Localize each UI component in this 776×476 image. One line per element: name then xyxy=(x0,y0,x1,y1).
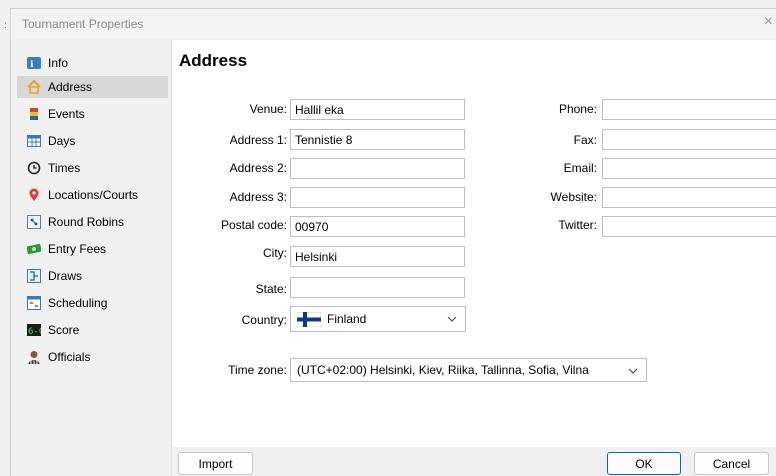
fax-label: Fax: xyxy=(573,133,597,147)
sidebar-item-label: Info xyxy=(48,56,69,70)
home-icon xyxy=(27,80,41,94)
address1-input[interactable] xyxy=(290,129,465,150)
chevron-down-icon xyxy=(628,368,638,374)
address2-label: Address 2: xyxy=(229,161,287,175)
address-panel: Address Venue: Address 1: Address 2: Add… xyxy=(172,40,776,447)
sidebar-item-label: Officials xyxy=(48,350,91,364)
svg-text:ℹ: ℹ xyxy=(30,60,34,70)
tournament-properties-dialog: Tournament Properties × ℹ Info Address E… xyxy=(10,8,776,476)
finland-flag-icon xyxy=(297,311,321,327)
sidebar-item-officials[interactable]: Officials xyxy=(17,346,168,368)
website-input[interactable] xyxy=(602,187,776,208)
sidebar-item-score[interactable]: 6-0 Score xyxy=(17,319,168,341)
sidebar-item-entry-fees[interactable]: Entry Fees xyxy=(17,238,168,260)
money-icon xyxy=(27,242,41,256)
sidebar-item-label: Round Robins xyxy=(48,215,125,229)
venue-input[interactable] xyxy=(290,99,465,120)
address3-input[interactable] xyxy=(290,187,465,208)
time-zone-label: Time zone: xyxy=(228,363,287,377)
calendar-icon xyxy=(27,134,41,148)
svg-text:6-0: 6-0 xyxy=(28,327,41,337)
sidebar-item-days[interactable]: Days xyxy=(17,130,168,152)
sidebar-item-info[interactable]: ℹ Info xyxy=(17,52,168,74)
city-label: City: xyxy=(263,246,287,260)
city-input[interactable] xyxy=(290,246,465,267)
twitter-label: Twitter: xyxy=(558,218,597,232)
scheduling-icon xyxy=(27,296,41,310)
sidebar-item-label: Address xyxy=(48,80,93,94)
phone-input[interactable] xyxy=(602,99,776,120)
score-icon: 6-0 xyxy=(27,323,41,337)
sidebar: ℹ Info Address Events Days Times Locatio… xyxy=(11,40,172,476)
fax-input[interactable] xyxy=(602,129,776,150)
sidebar-item-address[interactable]: Address xyxy=(17,76,168,98)
chevron-down-icon xyxy=(447,316,457,322)
email-label: Email: xyxy=(563,161,597,175)
sidebar-item-events[interactable]: Events xyxy=(17,103,168,125)
left-edge-marks: : xyxy=(4,20,7,31)
title-bar: Tournament Properties × xyxy=(11,9,776,39)
sidebar-item-label: Scheduling xyxy=(48,296,108,310)
dialog-footer: Import OK Cancel xyxy=(172,447,776,476)
import-button[interactable]: Import xyxy=(178,452,253,475)
page-title: Address xyxy=(179,51,248,70)
address1-label: Address 1: xyxy=(229,133,287,147)
location-pin-icon xyxy=(27,188,41,202)
sidebar-item-round-robins[interactable]: Round Robins xyxy=(17,211,168,233)
events-icon xyxy=(27,107,41,121)
postal-code-label: Postal code: xyxy=(220,218,287,232)
twitter-input[interactable] xyxy=(602,216,776,237)
sidebar-item-label: Draws xyxy=(48,269,83,283)
postal-code-input[interactable] xyxy=(290,216,465,237)
sidebar-item-times[interactable]: Times xyxy=(17,157,168,179)
officials-icon xyxy=(27,350,41,364)
ok-button[interactable]: OK xyxy=(607,452,681,475)
time-zone-value: (UTC+02:00) Helsinki, Kiev, Riika, Talli… xyxy=(297,363,589,377)
draws-icon xyxy=(27,269,41,283)
address3-label: Address 3: xyxy=(229,190,287,204)
email-input[interactable] xyxy=(602,158,776,179)
country-label: Country: xyxy=(241,313,287,327)
sidebar-item-label: Days xyxy=(48,134,76,148)
sidebar-item-locations-courts[interactable]: Locations/Courts xyxy=(17,184,168,206)
phone-label: Phone: xyxy=(558,102,597,116)
window-title: Tournament Properties xyxy=(22,17,144,31)
website-label: Website: xyxy=(550,190,597,204)
sidebar-item-label: Times xyxy=(48,161,81,175)
sidebar-item-label: Events xyxy=(48,107,85,121)
clock-icon xyxy=(27,161,41,175)
country-value: Finland xyxy=(327,312,367,326)
sidebar-item-draws[interactable]: Draws xyxy=(17,265,168,287)
country-select[interactable]: Finland xyxy=(290,306,466,332)
address2-input[interactable] xyxy=(290,158,465,179)
sidebar-item-label: Locations/Courts xyxy=(48,188,139,202)
cancel-button[interactable]: Cancel xyxy=(694,452,769,475)
state-input[interactable] xyxy=(290,277,465,298)
sidebar-item-label: Entry Fees xyxy=(48,242,107,256)
info-icon: ℹ xyxy=(27,56,41,70)
sidebar-item-label: Score xyxy=(48,323,80,337)
state-label: State: xyxy=(255,282,287,296)
round-robin-icon xyxy=(27,215,41,229)
venue-label: Venue: xyxy=(249,102,287,116)
sidebar-item-scheduling[interactable]: Scheduling xyxy=(17,292,168,314)
time-zone-select[interactable]: (UTC+02:00) Helsinki, Kiev, Riika, Talli… xyxy=(290,358,647,382)
close-icon[interactable]: × xyxy=(764,14,773,30)
